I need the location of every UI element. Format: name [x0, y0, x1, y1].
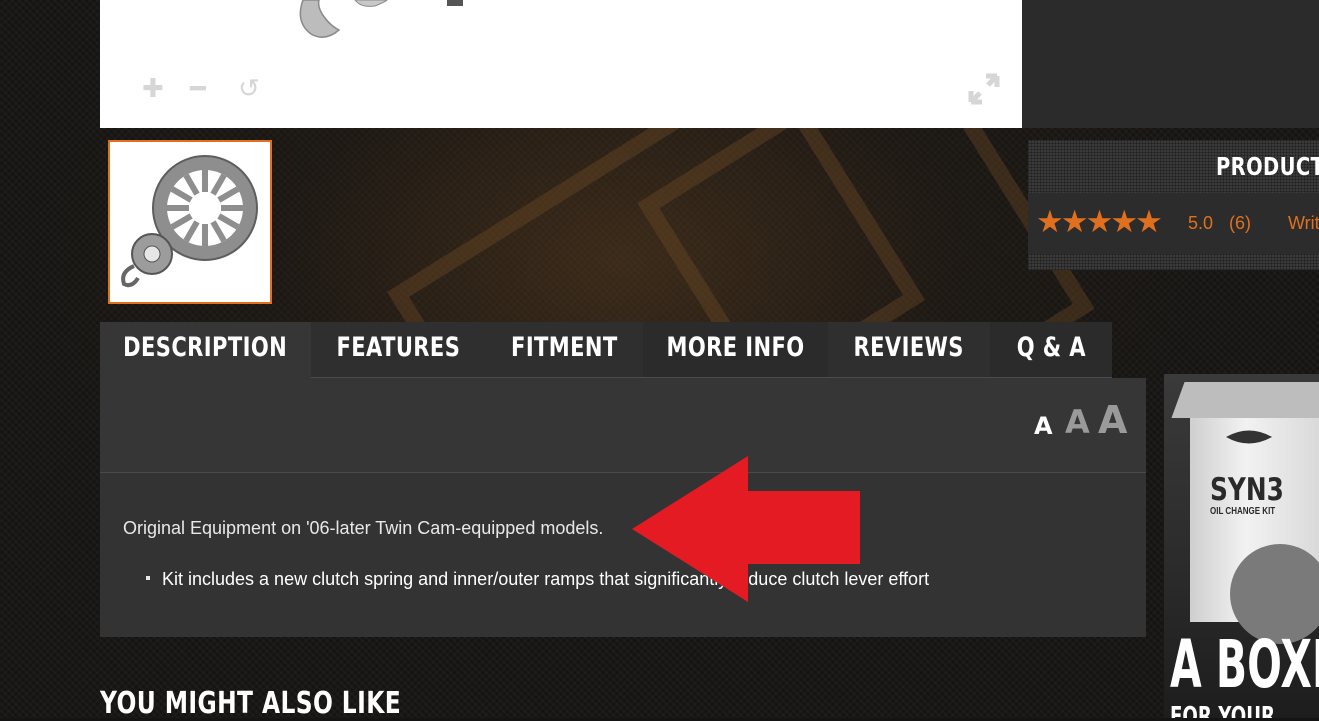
description-panel: Original Equipment on '06-later Twin Cam… — [100, 473, 1146, 637]
ad-subtitle: OIL CHANGE KIT — [1210, 506, 1276, 517]
red-arrow-icon — [632, 456, 860, 602]
description-text: Original Equipment on '06-later Twin Cam… — [123, 518, 604, 538]
tab-fitment[interactable]: FITMENT — [485, 322, 643, 378]
review-count-link[interactable]: (6) — [1229, 213, 1251, 234]
tab-description[interactable]: DESCRIPTION — [100, 322, 311, 378]
product-title: PRODUCT — [1216, 152, 1319, 181]
font-size-small-button[interactable]: A — [1034, 414, 1053, 438]
zoom-in-icon[interactable]: ✚ — [142, 76, 164, 102]
font-size-large-button[interactable]: A — [1098, 401, 1127, 439]
tab-features[interactable]: FEATURES — [311, 322, 485, 378]
product-image-viewer[interactable]: ✚ ━ ↺ — [100, 0, 1022, 128]
tab-reviews[interactable]: REVIEWS — [828, 322, 990, 378]
font-size-bar: A A A — [100, 378, 1146, 473]
fullscreen-icon[interactable] — [968, 73, 1000, 105]
tab-label: REVIEWS — [853, 332, 965, 363]
syn3-ad-banner[interactable]: SYN3 OIL CHANGE KIT A BOXE FOR YOUR — [1164, 374, 1319, 718]
product-tabs: DESCRIPTION FEATURES FITMENT MORE INFO R… — [100, 322, 1112, 378]
ad-brand: SYN3 — [1210, 472, 1284, 508]
oil-kit-box-lid — [1171, 382, 1319, 418]
tab-more-info[interactable]: MORE INFO — [643, 322, 828, 378]
star-rating-icon[interactable]: ★★★★★ — [1036, 207, 1163, 238]
tab-label: DESCRIPTION — [123, 332, 288, 363]
rating-value: 5.0 — [1188, 213, 1214, 233]
thumbnail-image[interactable] — [108, 140, 272, 304]
reset-icon[interactable]: ↺ — [238, 76, 260, 102]
product-summary-panel: PRODUCT ★★★★★ 5.0 (6) Writ — [1028, 140, 1319, 270]
font-size-medium-button[interactable]: A — [1065, 406, 1090, 438]
rating-box: ★★★★★ 5.0 (6) Writ — [1028, 193, 1319, 254]
product-image — [299, 0, 463, 38]
bar-and-shield-logo-icon — [1226, 430, 1272, 444]
tab-q-and-a[interactable]: Q & A — [990, 322, 1112, 378]
clutch-kit-thumbnail — [121, 155, 258, 288]
tab-label: FITMENT — [510, 332, 618, 363]
tab-label: MORE INFO — [666, 332, 805, 363]
write-review-link[interactable]: Writ — [1288, 213, 1319, 234]
bullet-icon — [146, 576, 150, 580]
ad-headline: A BOXE — [1170, 626, 1319, 703]
right-column-top — [1022, 0, 1319, 128]
ad-headline-2: FOR YOUR — [1170, 702, 1276, 718]
tab-label: FEATURES — [336, 332, 460, 363]
zoom-out-icon[interactable]: ━ — [190, 76, 206, 102]
also-like-heading: YOU MIGHT ALSO LIKE — [100, 686, 402, 721]
tab-label: Q & A — [1016, 332, 1086, 363]
